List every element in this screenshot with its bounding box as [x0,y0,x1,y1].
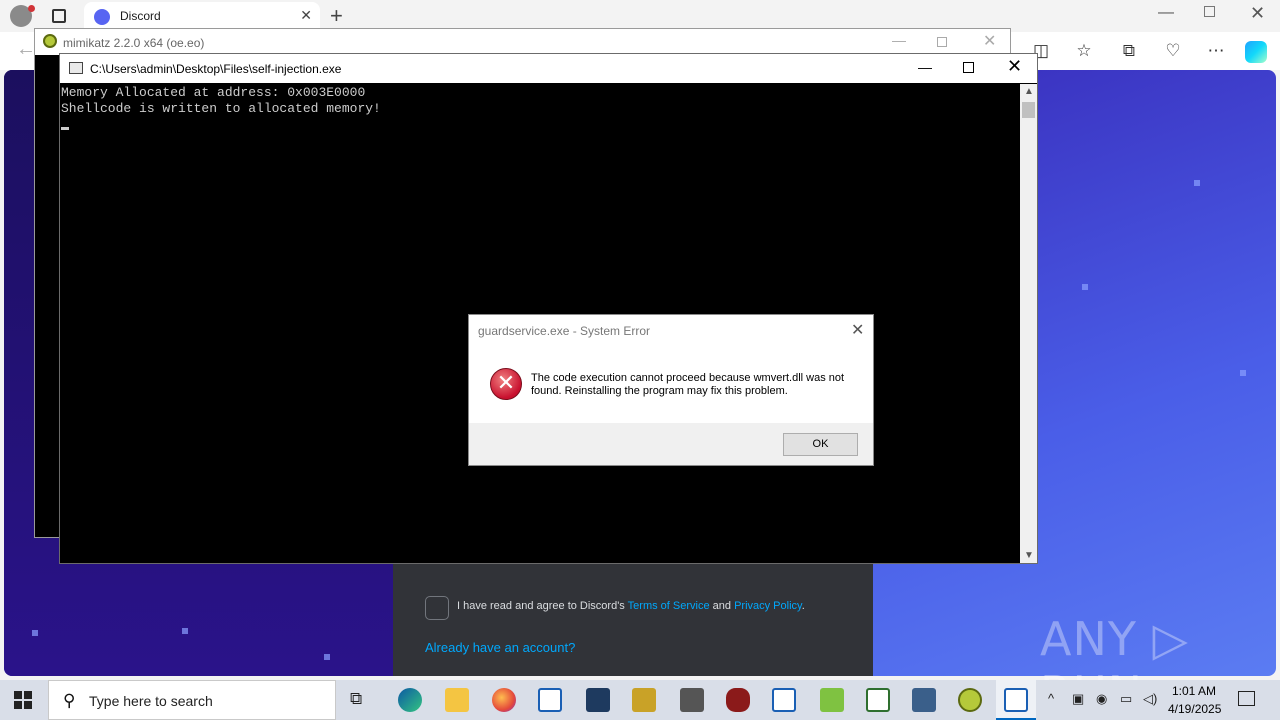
clock-time[interactable]: 1:01 AM [1172,684,1216,698]
star-decoration [324,654,330,660]
app-window-taskbar-icon[interactable] [772,688,796,712]
console-titlebar: C:\Users\admin\Desktop\Files\self-inject… [60,54,1037,83]
network-icon[interactable]: ▭ [1120,691,1132,707]
new-tab-button[interactable]: + [330,3,343,29]
login-link[interactable]: Already have an account? [425,640,575,655]
console-app-icon [69,62,83,74]
notepad-taskbar-icon[interactable] [820,688,844,712]
mimikatz-maximize-button[interactable] [937,37,947,47]
console-line: Shellcode is written to allocated memory… [61,101,381,116]
copilot-icon[interactable] [1245,41,1267,63]
taskbar-search-box[interactable]: ⚲ Type here to search [48,680,336,720]
tab-title: Discord [120,9,161,23]
mimikatz-close-button[interactable]: ✕ [983,31,996,51]
dialog-footer: OK [469,423,873,465]
ok-button[interactable]: OK [783,433,858,456]
volume-icon[interactable]: ◁) [1143,691,1157,707]
console-scrollbar[interactable]: ▲ ▼ [1020,84,1037,563]
browser-essentials-icon[interactable]: ♡ [1162,40,1184,62]
browser-close-button[interactable]: ✕ [1250,3,1265,24]
taskbar: ⚲ Type here to search ⧉ ^ ▣ ◉ ▭ ◁) 1:01 … [0,680,1280,720]
console-close-button[interactable]: ✕ [1007,56,1022,77]
dialog-title: guardservice.exe - System Error [478,324,651,338]
notification-dot-icon [28,5,35,12]
star-decoration [1194,180,1200,186]
star-decoration [1240,370,1246,376]
network-monitor-icon[interactable]: ▣ [1072,691,1084,707]
console-maximize-button[interactable] [963,62,974,73]
console-minimize-button[interactable]: — [918,59,932,75]
windows-start-icon[interactable] [14,691,32,709]
discord-favicon-icon [94,9,110,25]
tos-prefix: I have read and agree to Discord's [457,600,628,612]
star-decoration [32,630,38,636]
search-placeholder: Type here to search [89,693,213,709]
debugger-taskbar-icon[interactable] [726,688,750,712]
chip-tool-taskbar-icon[interactable] [632,688,656,712]
mimikatz-minimize-button[interactable]: — [892,32,906,48]
star-decoration [1082,284,1088,290]
favorites-icon[interactable]: ☆ [1073,40,1095,62]
notification-center-icon[interactable] [1238,691,1255,706]
mimikatz-taskbar-icon[interactable] [958,688,982,712]
tool-taskbar-icon[interactable] [912,688,936,712]
system-error-dialog: guardservice.exe - System Error ✕ ✕ The … [468,314,874,466]
mimikatz-title: mimikatz 2.2.0 x64 (oe.eo) [63,36,205,50]
search-icon: ⚲ [63,691,76,710]
browser-maximize-button[interactable] [1204,6,1215,17]
scroll-down-icon[interactable]: ▼ [1024,550,1034,561]
collections-icon[interactable]: ⧉ [1118,40,1140,62]
camera-icon[interactable]: ◉ [1096,691,1107,707]
star-decoration [182,628,188,634]
clock-date[interactable]: 4/19/2025 [1168,702,1221,716]
firefox-taskbar-icon[interactable] [492,688,516,712]
console-line: Memory Allocated at address: 0x003E0000 [61,85,366,100]
self-injection-taskbar-button[interactable] [996,680,1036,720]
more-menu-icon[interactable]: ⋯ [1205,40,1227,62]
console-active-icon [1004,688,1028,712]
tos-checkbox[interactable] [425,596,449,620]
edge-taskbar-icon[interactable] [398,688,422,712]
terms-of-service-link[interactable]: Terms of Service [628,600,710,612]
error-icon: ✕ [490,368,522,400]
file-explorer-taskbar-icon[interactable] [445,688,469,712]
browser-minimize-button[interactable]: — [1158,4,1174,22]
window-taskbar-icon[interactable] [866,688,890,712]
console-taskbar-icon[interactable] [538,688,562,712]
show-hidden-icons-icon[interactable]: ^ [1048,691,1054,706]
console-title: C:\Users\admin\Desktop\Files\self-inject… [90,62,342,76]
task-view-icon[interactable]: ⧉ [350,689,362,709]
tab-close-icon[interactable]: ✕ [300,7,312,24]
scrollbar-thumb[interactable] [1022,102,1035,118]
dialog-message: The code execution cannot proceed becaus… [531,372,845,397]
back-button[interactable]: ← [16,38,36,61]
tab-actions-icon[interactable] [52,9,66,23]
terminal-taskbar-icon[interactable] [680,688,704,712]
console-cursor [61,127,69,130]
tos-label: I have read and agree to Discord's Terms… [457,600,805,612]
console-window: C:\Users\admin\Desktop\Files\self-inject… [59,53,1038,564]
scroll-up-icon[interactable]: ▲ [1024,86,1034,97]
mimikatz-icon [43,34,57,48]
tos-suffix: . [801,600,805,612]
mimikatz-titlebar: mimikatz 2.2.0 x64 (oe.eo) — ✕ [35,29,1010,55]
privacy-policy-link[interactable]: Privacy Policy [734,600,802,612]
dialog-close-button[interactable]: ✕ [851,320,864,340]
tos-and: and [709,600,735,612]
error-icon-glyph: ✕ [496,371,516,396]
remote-desktop-taskbar-icon[interactable] [586,688,610,712]
